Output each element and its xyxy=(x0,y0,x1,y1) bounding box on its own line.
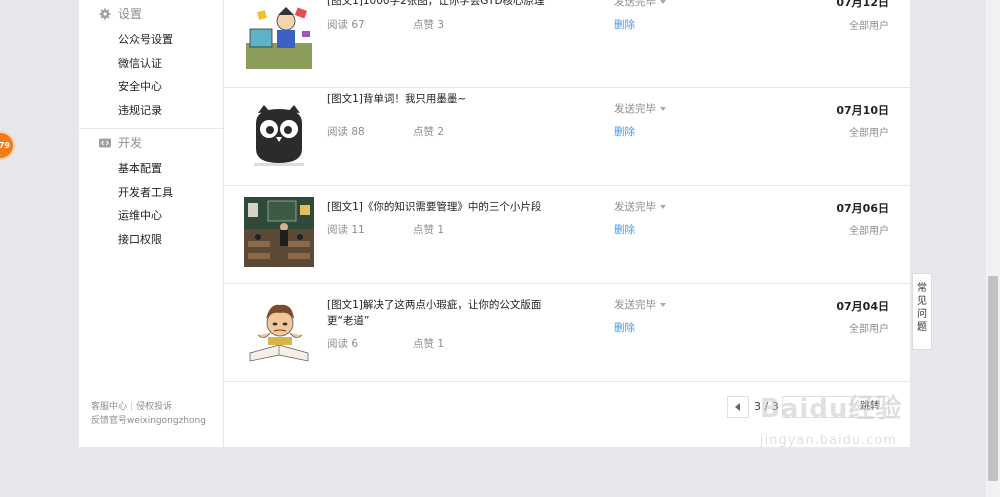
sidebar-item-security-center[interactable]: 安全中心 xyxy=(79,75,223,99)
list-item: [图文1]《你的知识需要管理》中的三个小片段 阅读 11 点赞 1 发送完毕 删… xyxy=(224,186,910,284)
sidebar-item-violation-records[interactable]: 违规记录 xyxy=(79,99,223,123)
sidebar-item-wechat-verification[interactable]: 微信认证 xyxy=(79,52,223,76)
read-count: 阅读 88 xyxy=(327,126,365,138)
sidebar-item-account-settings[interactable]: 公众号设置 xyxy=(79,28,223,52)
sidebar-group-settings: 设置 公众号设置 微信认证 安全中心 违规记录 xyxy=(79,0,223,122)
send-status-label: 发送完毕 xyxy=(614,299,656,311)
notification-badge[interactable]: 79 xyxy=(0,133,13,158)
send-date: 07月06日 xyxy=(836,202,889,215)
article-thumbnail[interactable] xyxy=(244,99,314,169)
scrollbar-thumb[interactable] xyxy=(988,276,998,481)
send-status-label: 发送完毕 xyxy=(614,201,656,213)
watermark-url: jingyan.baidu.com xyxy=(760,433,897,448)
audience-label: 全部用户 xyxy=(849,324,889,335)
send-date: 07月04日 xyxy=(836,300,889,313)
infringement-complaint-link[interactable]: 侵权投诉 xyxy=(136,402,172,412)
send-status-dropdown[interactable]: 发送完毕 xyxy=(614,297,666,312)
article-title[interactable]: [图文1]背单词！我只用墨墨~ xyxy=(327,91,567,107)
customer-service-link[interactable]: 客服中心 xyxy=(91,402,127,412)
delete-link[interactable]: 删除 xyxy=(614,124,635,139)
chevron-left-icon xyxy=(735,403,740,411)
sidebar-group-title: 开发 xyxy=(79,129,223,157)
like-count: 点赞 2 xyxy=(413,126,445,138)
article-title[interactable]: [图文1]1000字2张图，让你学会GTD核心原理 xyxy=(327,0,567,9)
faq-char: 问 xyxy=(917,309,927,320)
faq-char: 见 xyxy=(917,296,927,307)
chevron-down-icon xyxy=(660,0,666,4)
sidebar: 设置 公众号设置 微信认证 安全中心 违规记录 开发 基本配置 开发者工具 运维… xyxy=(79,0,224,447)
sidebar-item-ops-center[interactable]: 运维中心 xyxy=(79,204,223,228)
develop-group-label: 开发 xyxy=(118,136,143,150)
article-thumbnail[interactable] xyxy=(244,1,314,71)
chevron-down-icon xyxy=(660,107,666,111)
send-status-dropdown[interactable]: 发送完毕 xyxy=(614,101,666,116)
faq-char: 题 xyxy=(917,322,927,333)
audience-label: 全部用户 xyxy=(849,226,889,237)
gear-icon xyxy=(99,8,111,20)
like-count: 点赞 1 xyxy=(413,338,445,350)
article-stats: 阅读 67 点赞 3 xyxy=(327,17,444,32)
sidebar-item-developer-tools[interactable]: 开发者工具 xyxy=(79,181,223,205)
feedback-account-text: 反馈官号weixingongzhong xyxy=(91,416,206,426)
send-status-label: 发送完毕 xyxy=(614,103,656,115)
faq-tab[interactable]: 常 见 问 题 xyxy=(912,273,932,350)
main-frame: 设置 公众号设置 微信认证 安全中心 违规记录 开发 基本配置 开发者工具 运维… xyxy=(79,0,911,447)
read-count: 阅读 6 xyxy=(327,338,359,350)
send-status-dropdown[interactable]: 发送完毕 xyxy=(614,199,666,214)
article-title[interactable]: [图文1]解决了这两点小瑕疵，让你的公文版面更“老道” xyxy=(327,297,567,329)
chevron-down-icon xyxy=(660,205,666,209)
code-icon xyxy=(99,138,111,148)
audience-label: 全部用户 xyxy=(849,21,889,32)
like-count: 点赞 3 xyxy=(413,19,445,31)
send-date: 07月10日 xyxy=(836,104,889,117)
faq-char: 常 xyxy=(917,283,927,294)
settings-group-label: 设置 xyxy=(118,7,143,21)
list-item: [图文1]1000字2张图，让你学会GTD核心原理 阅读 67 点赞 3 发送完… xyxy=(224,0,910,88)
watermark-logo: Baidu经验 xyxy=(760,394,903,424)
audience-label: 全部用户 xyxy=(849,128,889,139)
delete-link[interactable]: 删除 xyxy=(614,17,635,32)
article-thumbnail[interactable] xyxy=(244,295,314,365)
delete-link[interactable]: 删除 xyxy=(614,222,635,237)
article-stats: 阅读 11 点赞 1 xyxy=(327,222,444,237)
watermark: Baidu经验 jingyan.baidu.com xyxy=(760,388,950,468)
read-count: 阅读 11 xyxy=(327,224,365,236)
like-count: 点赞 1 xyxy=(413,224,445,236)
article-stats: 阅读 88 点赞 2 xyxy=(327,124,444,139)
article-thumbnail[interactable] xyxy=(244,197,314,267)
read-count: 阅读 67 xyxy=(327,19,365,31)
sidebar-group-develop: 开发 基本配置 开发者工具 运维中心 接口权限 xyxy=(79,129,223,251)
send-status-dropdown[interactable]: 发送完毕 xyxy=(614,0,666,9)
scrollbar[interactable] xyxy=(986,0,1000,497)
sidebar-footer: 客服中心 | 侵权投诉 反馈官号weixingongzhong xyxy=(91,402,206,426)
send-status-label: 发送完毕 xyxy=(614,0,656,8)
send-date: 07月12日 xyxy=(836,0,889,9)
sidebar-item-basic-config[interactable]: 基本配置 xyxy=(79,157,223,181)
delete-link[interactable]: 删除 xyxy=(614,320,635,335)
list-item: [图文1]背单词！我只用墨墨~ 阅读 88 点赞 2 发送完毕 删除 07月10… xyxy=(224,88,910,186)
article-title[interactable]: [图文1]《你的知识需要管理》中的三个小片段 xyxy=(327,199,567,215)
chevron-down-icon xyxy=(660,303,666,307)
sidebar-item-api-permissions[interactable]: 接口权限 xyxy=(79,228,223,252)
sidebar-group-title: 设置 xyxy=(79,0,223,28)
list-item: [图文1]解决了这两点小瑕疵，让你的公文版面更“老道” 阅读 6 点赞 1 发送… xyxy=(224,284,910,382)
prev-page-button[interactable] xyxy=(727,396,749,418)
article-stats: 阅读 6 点赞 1 xyxy=(327,336,444,351)
